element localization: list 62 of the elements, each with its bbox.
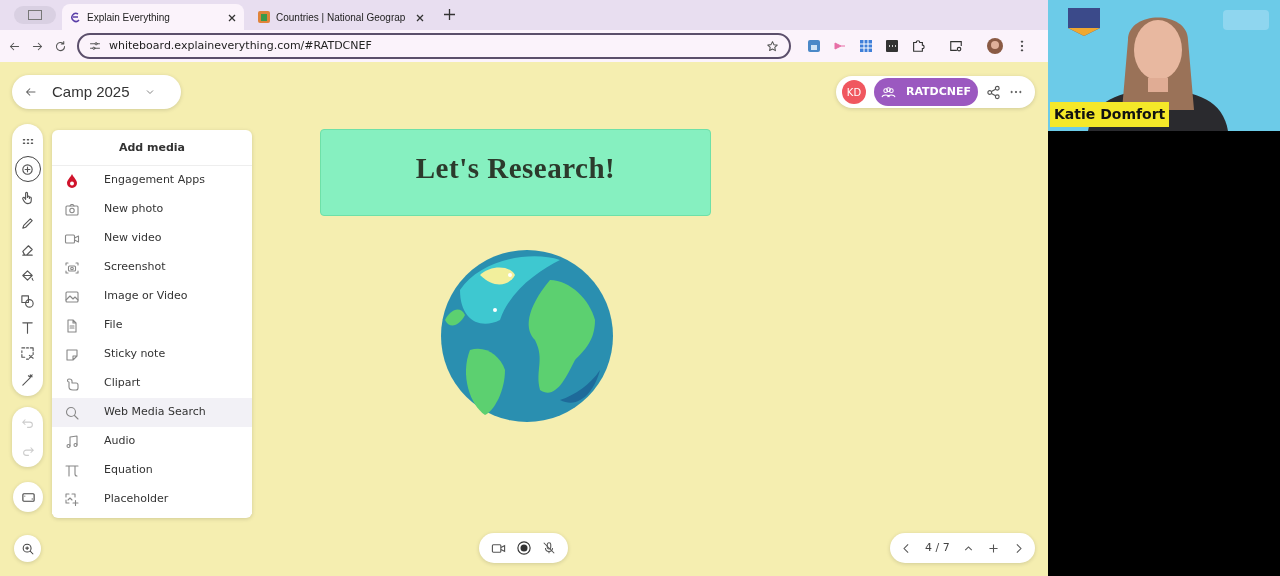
avatar-icon[interactable] bbox=[987, 38, 1003, 54]
hand-icon bbox=[20, 189, 35, 205]
page-counter: 4 / 7 bbox=[925, 539, 950, 556]
selection-icon bbox=[20, 345, 35, 361]
placeholder-icon bbox=[64, 491, 80, 508]
bookmark-star-icon[interactable] bbox=[766, 39, 779, 53]
menu-item[interactable]: Screenshot bbox=[52, 253, 252, 282]
bird-icon bbox=[64, 375, 80, 392]
share-icon[interactable] bbox=[986, 84, 1001, 100]
zoom-in-icon bbox=[20, 541, 35, 556]
camera-icon bbox=[64, 201, 80, 218]
wand-icon bbox=[20, 371, 35, 387]
browser-tab[interactable]: Countries | National Geograp bbox=[250, 4, 432, 30]
menu-item[interactable]: Sticky note bbox=[52, 340, 252, 369]
board-title[interactable]: Camp 2025 bbox=[52, 80, 130, 104]
session-code-button[interactable]: RATDCNEF bbox=[874, 78, 978, 106]
menu-item[interactable]: New photo bbox=[52, 195, 252, 224]
extension-icon[interactable] bbox=[885, 39, 899, 53]
add-icon bbox=[20, 161, 35, 177]
add-page-icon[interactable] bbox=[986, 541, 1000, 555]
slide-heading: Let's Research! bbox=[415, 150, 616, 186]
puzzle-icon[interactable] bbox=[911, 39, 925, 53]
sticky-note-icon bbox=[64, 346, 80, 363]
site-icon bbox=[258, 11, 270, 23]
back-icon[interactable] bbox=[24, 85, 38, 99]
pi-icon bbox=[64, 462, 80, 479]
image-icon bbox=[64, 288, 80, 305]
reload-icon[interactable] bbox=[54, 39, 67, 53]
menu-item[interactable]: Equation bbox=[52, 456, 252, 485]
menu-item[interactable]: New video bbox=[52, 224, 252, 253]
zoom-button[interactable] bbox=[14, 535, 41, 562]
grip-icon bbox=[21, 138, 34, 144]
menu-item[interactable]: Clipart bbox=[52, 369, 252, 398]
menu-item[interactable]: Audio bbox=[52, 427, 252, 456]
search-tab-icon[interactable] bbox=[949, 39, 963, 53]
site-settings-icon[interactable] bbox=[89, 40, 101, 52]
music-note-icon bbox=[64, 433, 80, 450]
people-icon bbox=[880, 84, 896, 100]
text-icon bbox=[20, 319, 35, 335]
address-field[interactable]: whiteboard.explaineverything.com/#RATDCNEF bbox=[77, 33, 791, 59]
name-label: Katie Domfort bbox=[1050, 102, 1170, 127]
menu-item[interactable]: File bbox=[52, 311, 252, 340]
profile-switch-button[interactable] bbox=[14, 6, 56, 24]
pen-icon bbox=[20, 215, 35, 231]
undo-icon bbox=[20, 416, 35, 430]
menu-item[interactable]: Web Media Search bbox=[52, 398, 252, 427]
mic-off-icon[interactable] bbox=[542, 541, 557, 555]
search-icon bbox=[64, 404, 80, 421]
menu-item[interactable]: Image or Video bbox=[52, 282, 252, 311]
window-icon bbox=[28, 10, 42, 20]
record-icon[interactable] bbox=[517, 541, 531, 555]
file-icon bbox=[64, 317, 80, 334]
menu-item[interactable]: Engagement Apps bbox=[52, 166, 252, 195]
site-icon bbox=[70, 11, 81, 23]
screenshot-icon bbox=[64, 259, 80, 276]
menu-item[interactable]: Placeholder bbox=[52, 485, 252, 514]
paint-bucket-icon bbox=[20, 267, 35, 283]
browser-tab[interactable]: Explain Everything bbox=[62, 4, 244, 30]
presentation-button[interactable] bbox=[13, 482, 43, 512]
drop-icon bbox=[64, 172, 80, 189]
shapes-icon bbox=[20, 293, 35, 309]
redo-icon bbox=[20, 444, 35, 458]
